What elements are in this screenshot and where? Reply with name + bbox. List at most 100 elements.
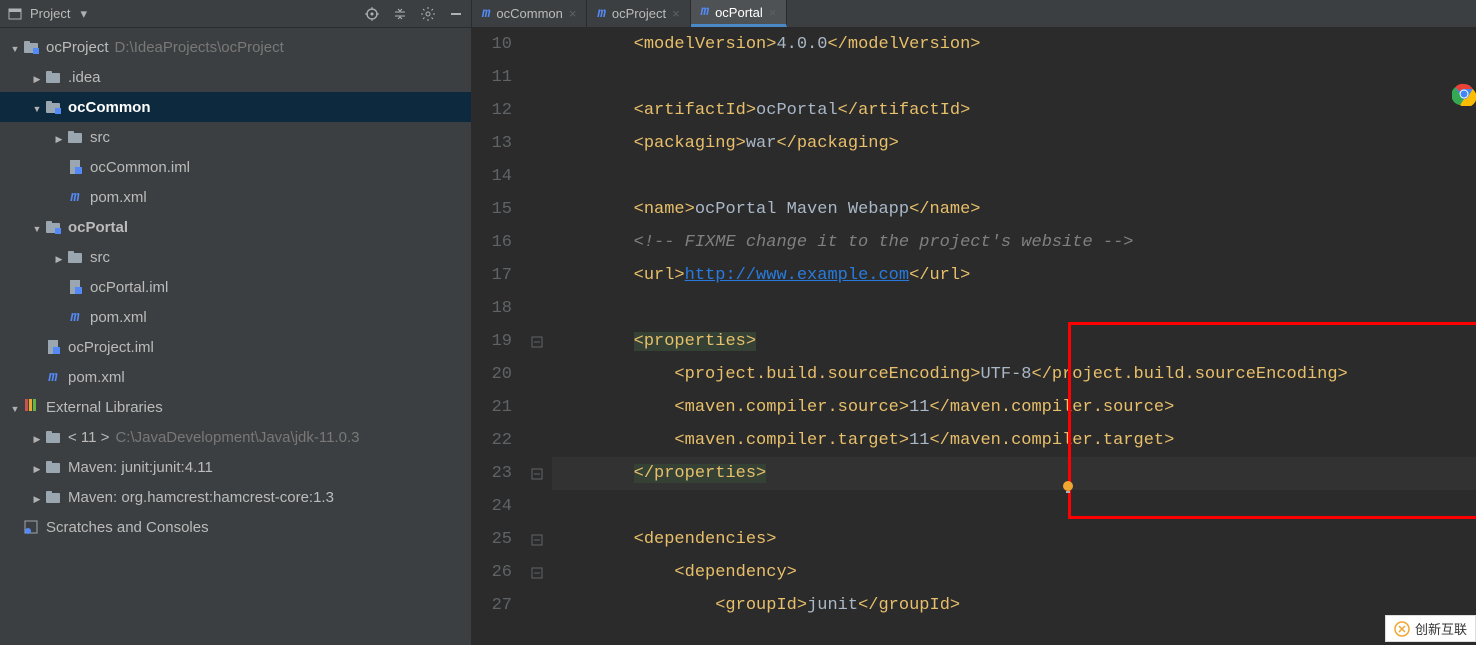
code-line[interactable] (552, 61, 1476, 94)
tree-node--11-[interactable]: < 11 > C:\JavaDevelopment\Java\jdk-11.0.… (0, 422, 471, 452)
m-icon: m (66, 188, 84, 206)
tab-label: ocCommon (496, 6, 562, 21)
tree-node-ocportal-iml[interactable]: ocPortal.iml (0, 272, 471, 302)
folder-icon (66, 248, 84, 266)
fold-marker[interactable] (522, 127, 552, 160)
fold-marker[interactable] (522, 391, 552, 424)
close-icon[interactable]: × (672, 6, 680, 21)
tree-node-label: ocPortal (68, 219, 128, 236)
code-line[interactable] (552, 490, 1476, 523)
tree-node-label: ocProject.iml (68, 339, 154, 356)
line-number: 17 (472, 259, 512, 292)
minimize-icon[interactable] (447, 5, 465, 23)
m-icon: m (66, 308, 84, 326)
code-line[interactable]: <dependencies> (552, 523, 1476, 556)
tab-label: ocPortal (715, 5, 763, 20)
intention-bulb-icon[interactable] (1060, 479, 1076, 495)
code-line[interactable]: <!-- FIXME change it to the project's we… (552, 226, 1476, 259)
tree-node-label: External Libraries (46, 399, 163, 416)
code-line[interactable]: <groupId>junit</groupId> (552, 589, 1476, 622)
tree-node-maven-junit-junit-4-11[interactable]: Maven: junit:junit:4.11 (0, 452, 471, 482)
tree-node-occommon[interactable]: ocCommon (0, 92, 471, 122)
tree-node-label: ocCommon.iml (90, 159, 190, 176)
tree-node-src[interactable]: src (0, 242, 471, 272)
fold-marker[interactable] (522, 193, 552, 226)
fold-marker[interactable] (522, 226, 552, 259)
lib-icon (22, 398, 40, 416)
sidebar-title[interactable]: Project (30, 6, 70, 21)
tree-node-pom-xml[interactable]: mpom.xml (0, 302, 471, 332)
collapse-all-icon[interactable] (391, 5, 409, 23)
line-number: 22 (472, 424, 512, 457)
tree-node-ocportal[interactable]: ocPortal (0, 212, 471, 242)
fold-marker[interactable] (522, 358, 552, 391)
code-line[interactable] (552, 292, 1476, 325)
fold-marker[interactable] (522, 325, 552, 358)
fold-marker[interactable] (522, 523, 552, 556)
fold-marker[interactable] (522, 28, 552, 61)
module-icon (22, 38, 40, 56)
fold-marker[interactable] (522, 457, 552, 490)
fold-marker[interactable] (522, 61, 552, 94)
tree-node-scratches-and-consoles[interactable]: Scratches and Consoles (0, 512, 471, 542)
tree-node-occommon-iml[interactable]: ocCommon.iml (0, 152, 471, 182)
code-line[interactable]: <modelVersion>4.0.0</modelVersion> (552, 28, 1476, 61)
code-line[interactable]: <maven.compiler.target>11</maven.compile… (552, 424, 1476, 457)
fold-marker[interactable] (522, 424, 552, 457)
code-line[interactable]: <dependency> (552, 556, 1476, 589)
fold-gutter[interactable] (522, 28, 552, 645)
project-pane-icon[interactable] (6, 5, 24, 23)
browser-chrome-icon[interactable] (1448, 80, 1476, 108)
maven-file-icon: m (482, 6, 490, 22)
tree-node-pom-xml[interactable]: mpom.xml (0, 182, 471, 212)
tree-node-label: src (90, 129, 110, 146)
fold-marker[interactable] (522, 259, 552, 292)
folder-icon (44, 428, 62, 446)
tree-node--idea[interactable]: .idea (0, 62, 471, 92)
code-line[interactable]: <properties> (552, 325, 1476, 358)
tree-node-pom-xml[interactable]: mpom.xml (0, 362, 471, 392)
close-icon[interactable]: × (769, 5, 777, 20)
close-icon[interactable]: × (569, 6, 577, 21)
fold-marker[interactable] (522, 589, 552, 622)
iml-icon (66, 278, 84, 296)
settings-icon[interactable] (419, 5, 437, 23)
target-icon[interactable] (363, 5, 381, 23)
folder-icon (44, 458, 62, 476)
code-line[interactable]: <url>http://www.example.com</url> (552, 259, 1476, 292)
tree-node-ocproject[interactable]: ocProject D:\IdeaProjects\ocProject (0, 32, 471, 62)
tab-label: ocProject (612, 6, 666, 21)
code-line[interactable]: <project.build.sourceEncoding>UTF-8</pro… (552, 358, 1476, 391)
tab-ocportal[interactable]: m ocPortal × (691, 0, 788, 27)
tree-node-src[interactable]: src (0, 122, 471, 152)
fold-marker[interactable] (522, 490, 552, 523)
code-editor[interactable]: 101112131415161718192021222324252627 <mo… (472, 28, 1476, 645)
code-line[interactable]: </properties> (552, 457, 1476, 490)
fold-marker[interactable] (522, 556, 552, 589)
tab-ocproject[interactable]: mocProject× (587, 0, 690, 27)
project-sidebar: Project ▾ ocProject D:\IdeaProjects\ocPr… (0, 0, 472, 645)
tree-node-ocproject-iml[interactable]: ocProject.iml (0, 332, 471, 362)
tree-node-maven-org-hamcrest-hamcrest-core-1-3[interactable]: Maven: org.hamcrest:hamcrest-core:1.3 (0, 482, 471, 512)
line-number: 25 (472, 523, 512, 556)
code-content[interactable]: <modelVersion>4.0.0</modelVersion> <arti… (552, 28, 1476, 645)
code-line[interactable]: <packaging>war</packaging> (552, 127, 1476, 160)
tab-occommon[interactable]: m ocCommon × (472, 0, 587, 27)
tree-node-label: Scratches and Consoles (46, 519, 209, 536)
code-line[interactable]: <artifactId>ocPortal</artifactId> (552, 94, 1476, 127)
tree-node-path: C:\JavaDevelopment\Java\jdk-11.0.3 (115, 429, 359, 446)
project-tree[interactable]: ocProject D:\IdeaProjects\ocProject.idea… (0, 28, 471, 645)
code-line[interactable] (552, 160, 1476, 193)
code-line[interactable]: <name>ocPortal Maven Webapp</name> (552, 193, 1476, 226)
fold-marker[interactable] (522, 94, 552, 127)
watermark-label: 创新互联 (1385, 615, 1476, 642)
maven-file-icon: m (701, 4, 709, 20)
fold-marker[interactable] (522, 160, 552, 193)
fold-marker[interactable] (522, 292, 552, 325)
tree-node-label: Maven: org.hamcrest:hamcrest-core:1.3 (68, 489, 334, 506)
code-line[interactable]: <maven.compiler.source>11</maven.compile… (552, 391, 1476, 424)
tree-node-label: Maven: junit:junit:4.11 (68, 459, 213, 476)
module-icon (44, 218, 62, 236)
line-number: 10 (472, 28, 512, 61)
tree-node-external-libraries[interactable]: External Libraries (0, 392, 471, 422)
